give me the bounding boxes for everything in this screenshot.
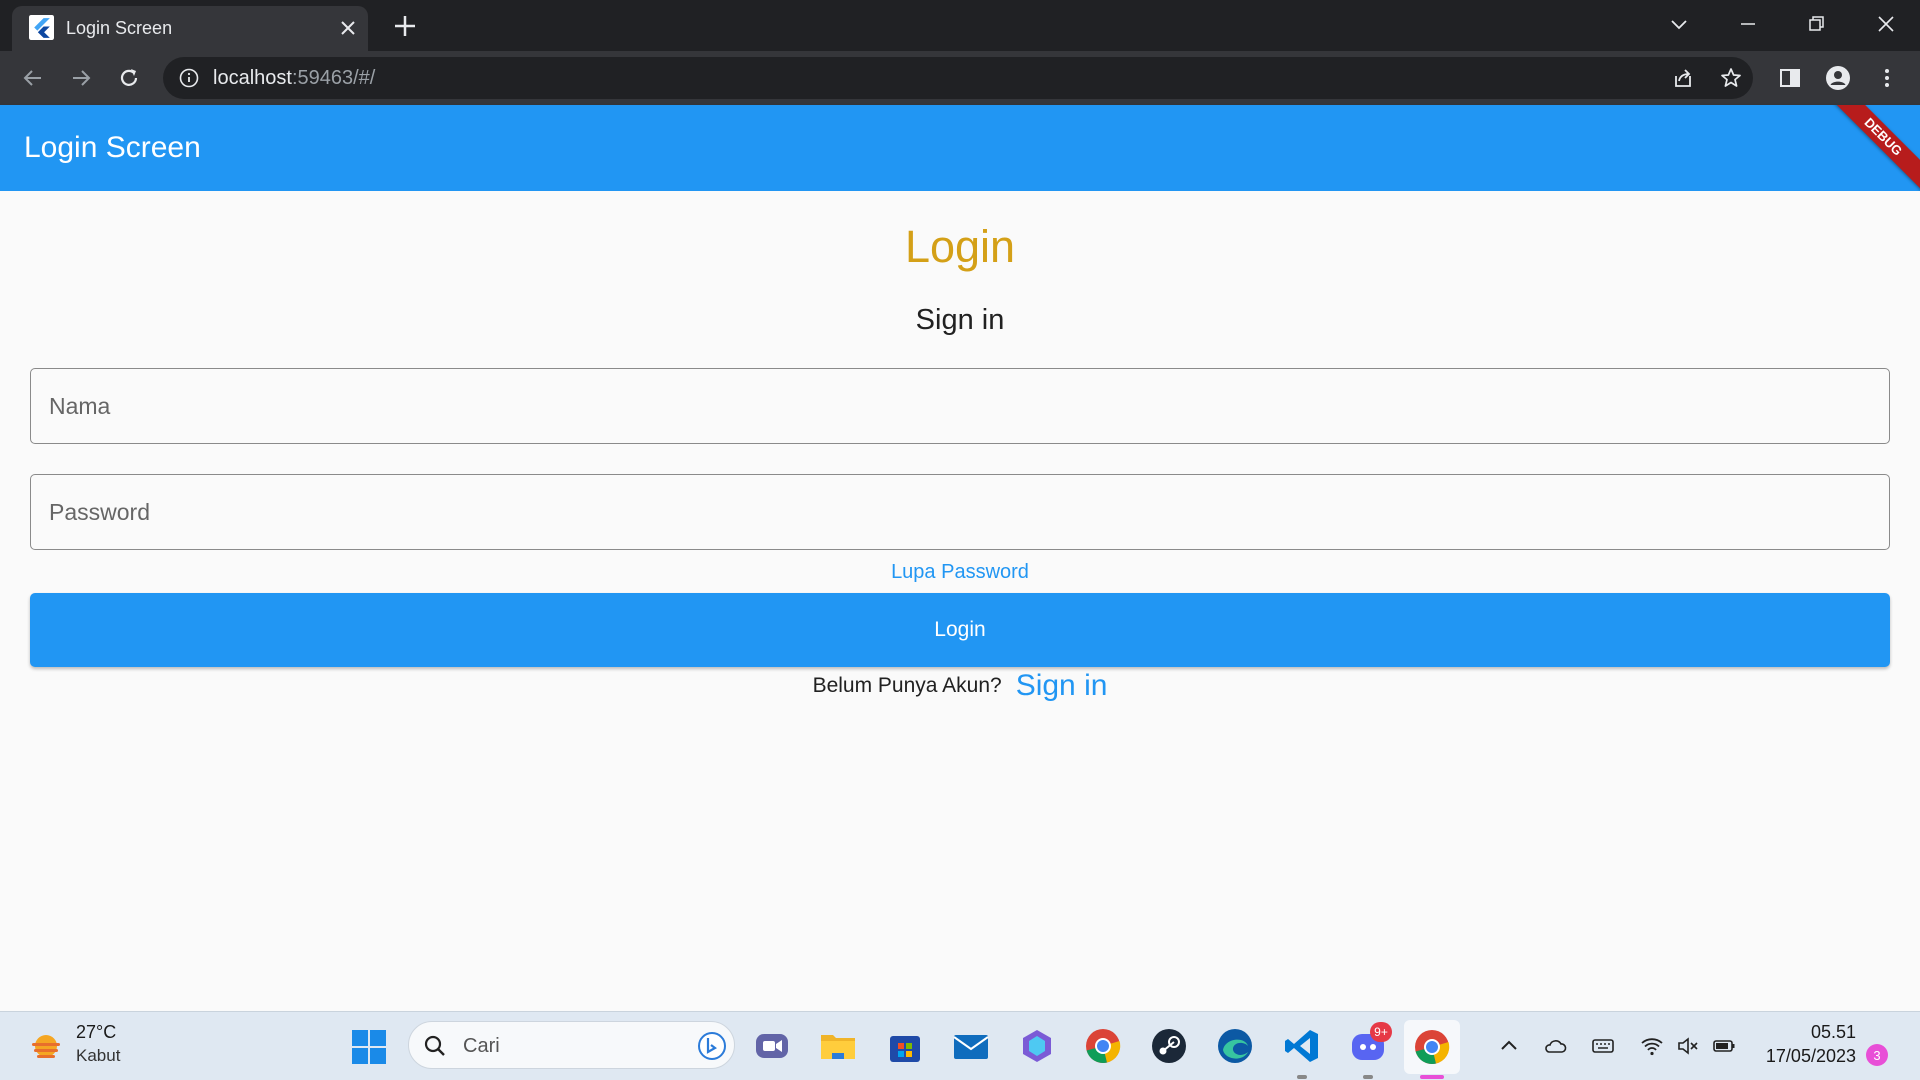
- vscode-running-indicator: [1297, 1075, 1307, 1079]
- profile-avatar-icon[interactable]: [1825, 65, 1851, 91]
- bookmark-star-icon[interactable]: [1719, 66, 1743, 90]
- no-account-text: Belum Punya Akun?: [812, 674, 1002, 697]
- name-input[interactable]: [31, 369, 1889, 443]
- sign-in-link[interactable]: Sign in: [1016, 669, 1108, 703]
- keyboard-icon[interactable]: [1591, 1034, 1615, 1058]
- new-tab-icon[interactable]: [392, 13, 418, 39]
- app-bar-title: Login Screen: [24, 131, 201, 164]
- discord-running-indicator: [1363, 1075, 1373, 1079]
- page-subtitle: Sign in: [915, 304, 1005, 336]
- browser-toolbar: localhost:59463/#/: [0, 51, 1920, 105]
- teams-icon[interactable]: [752, 1026, 792, 1066]
- reload-icon[interactable]: [116, 65, 142, 91]
- weather-temperature[interactable]: 27°C: [76, 1022, 116, 1043]
- file-explorer-icon[interactable]: [818, 1026, 858, 1066]
- forward-arrow-icon[interactable]: [68, 65, 94, 91]
- tab-search-chevron-icon[interactable]: [1665, 10, 1693, 38]
- page-title: Login: [904, 221, 1016, 272]
- app-bar: Login Screen DEBUG: [0, 105, 1920, 191]
- password-field[interactable]: [30, 474, 1890, 550]
- login-form: Login Sign in Lupa Password Login Belum …: [0, 191, 1920, 1011]
- restore-icon[interactable]: [1802, 10, 1830, 38]
- wifi-icon[interactable]: [1640, 1034, 1664, 1058]
- discord-notification-badge: 9+: [1370, 1022, 1392, 1042]
- url-host: localhost: [213, 67, 292, 89]
- signup-row: Belum Punya Akun? Sign in: [0, 669, 1920, 703]
- share-icon[interactable]: [1671, 66, 1695, 90]
- name-field[interactable]: [30, 368, 1890, 444]
- clock-date[interactable]: 17/05/2023: [1766, 1046, 1856, 1067]
- chrome-icon[interactable]: [1083, 1026, 1123, 1066]
- forgot-password-link[interactable]: Lupa Password: [0, 561, 1920, 584]
- weather-fog-icon[interactable]: [28, 1030, 64, 1066]
- weather-description[interactable]: Kabut: [76, 1046, 120, 1066]
- flutter-favicon-icon: [29, 15, 54, 40]
- side-panel-icon[interactable]: [1777, 65, 1803, 91]
- edge-icon[interactable]: [1215, 1026, 1255, 1066]
- show-hidden-icons-chevron-icon[interactable]: [1497, 1034, 1521, 1058]
- chrome-active-icon: [1415, 1030, 1450, 1064]
- notification-count-badge[interactable]: 3: [1866, 1044, 1888, 1066]
- close-window-icon[interactable]: [1872, 10, 1900, 38]
- volume-muted-icon[interactable]: [1676, 1034, 1700, 1058]
- windows-start-icon[interactable]: [350, 1028, 388, 1066]
- clock-time[interactable]: 05.51: [1811, 1022, 1856, 1043]
- vscode-icon[interactable]: [1282, 1026, 1322, 1066]
- search-icon: [424, 1035, 445, 1056]
- search-placeholder: Cari: [463, 1035, 500, 1057]
- chrome-active-app[interactable]: [1404, 1020, 1460, 1074]
- onedrive-icon[interactable]: [1543, 1034, 1567, 1058]
- back-arrow-icon[interactable]: [20, 65, 46, 91]
- microsoft-store-icon[interactable]: [885, 1026, 925, 1066]
- chrome-active-indicator: [1420, 1075, 1444, 1079]
- minimize-icon[interactable]: [1734, 10, 1762, 38]
- microsoft-365-icon[interactable]: [1017, 1026, 1057, 1066]
- close-tab-icon[interactable]: [338, 18, 358, 38]
- bing-chat-icon[interactable]: [697, 1031, 727, 1061]
- taskbar-search[interactable]: Cari: [408, 1021, 735, 1069]
- tab-title: Login Screen: [66, 18, 173, 38]
- battery-icon[interactable]: [1712, 1034, 1736, 1058]
- steam-icon[interactable]: [1149, 1026, 1189, 1066]
- address-bar[interactable]: localhost:59463/#/: [163, 57, 1753, 99]
- site-info-icon[interactable]: [178, 67, 200, 89]
- debug-banner: DEBUG: [1822, 105, 1920, 191]
- url-rest: :59463/#/: [291, 67, 376, 89]
- login-button[interactable]: Login: [30, 593, 1890, 667]
- taskbar: 27°C Kabut Cari 9+ 05.51 17/05/2023 3: [0, 1011, 1920, 1080]
- url-text[interactable]: localhost:59463/#/: [213, 67, 375, 90]
- browser-tab[interactable]: Login Screen: [12, 6, 368, 51]
- more-menu-icon[interactable]: [1874, 65, 1900, 91]
- browser-tab-strip: Login Screen: [0, 0, 1920, 51]
- password-input[interactable]: [31, 475, 1889, 549]
- mail-icon[interactable]: [951, 1026, 991, 1066]
